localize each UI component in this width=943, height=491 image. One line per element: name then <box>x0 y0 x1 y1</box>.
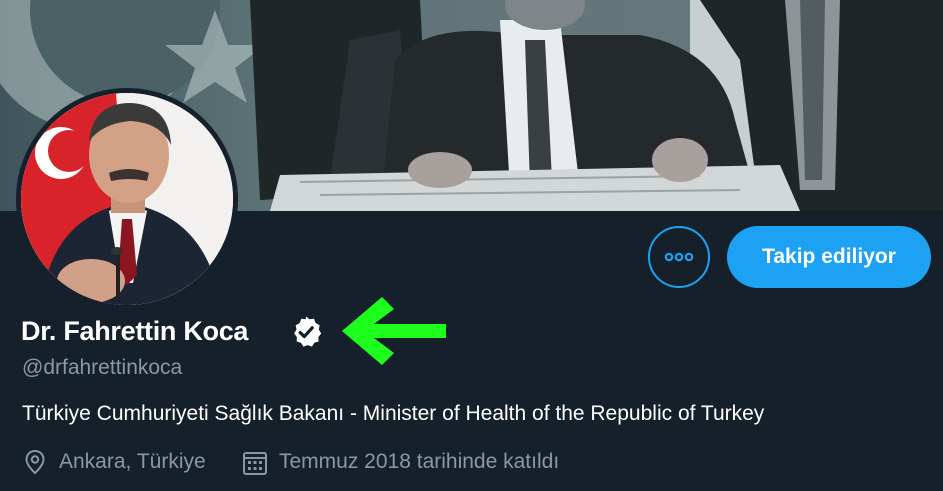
username-handle[interactable]: @drfahrettinkoca <box>22 356 182 380</box>
more-button[interactable] <box>648 226 710 288</box>
profile-join-date: Temmuz 2018 tarihinde katıldı <box>279 450 560 473</box>
arrow-left-icon <box>342 297 446 365</box>
profile-bio: Türkiye Cumhuriyeti Sağlık Bakanı - Mini… <box>22 402 765 425</box>
display-name: Dr. Fahrettin Koca <box>21 316 249 346</box>
location-pin-icon <box>25 449 45 475</box>
profile-location: Ankara, Türkiye <box>59 450 206 473</box>
more-icon <box>664 252 694 262</box>
following-button[interactable]: Takip ediliyor <box>727 226 931 288</box>
verified-badge-icon <box>294 316 322 347</box>
avatar[interactable] <box>16 88 238 310</box>
calendar-icon <box>243 452 267 475</box>
avatar-photo <box>21 93 233 305</box>
